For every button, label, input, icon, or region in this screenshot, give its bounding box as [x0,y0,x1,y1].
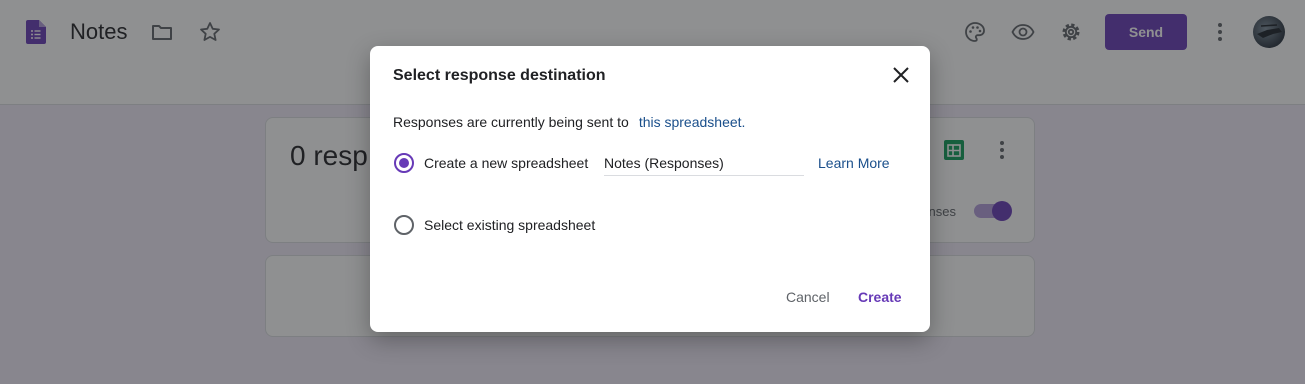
select-destination-dialog: Select response destination Responses ar… [370,46,930,332]
create-new-label[interactable]: Create a new spreadsheet [424,155,588,171]
create-new-radio[interactable] [394,153,414,173]
spreadsheet-name-input[interactable] [604,150,804,176]
close-button[interactable] [890,64,912,86]
close-icon [893,67,909,83]
learn-more-link[interactable]: Learn More [818,155,890,171]
create-button[interactable]: Create [858,286,902,308]
dialog-title: Select response destination [393,67,606,84]
current-destination: Responses are currently being sent to thi… [393,114,745,130]
this-spreadsheet-link[interactable]: this spreadsheet. [639,114,746,130]
destination-text: Responses are currently being sent to [393,114,629,130]
select-existing-radio[interactable] [394,215,414,235]
cancel-button[interactable]: Cancel [786,286,830,308]
select-existing-label[interactable]: Select existing spreadsheet [424,217,595,233]
